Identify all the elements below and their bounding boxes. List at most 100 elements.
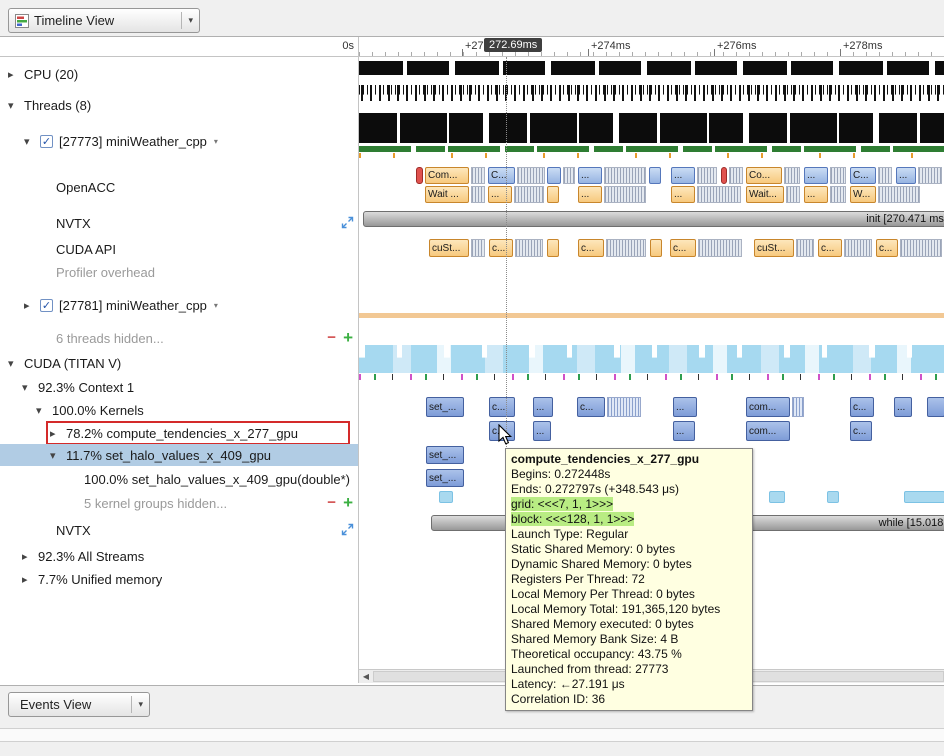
kernels-lane-2-kernel-item[interactable]: ... <box>673 421 695 441</box>
kernels-lane-1-kernel-item[interactable]: set_... <box>426 397 464 417</box>
process-checkbox[interactable]: ✓ <box>40 135 53 148</box>
tree-row-process-27781[interactable]: ▸✓[27781] miniWeather_cpp▾ <box>0 294 358 316</box>
tree-row-threads-hidden[interactable]: 6 threads hidden...−+ <box>0 327 358 349</box>
events-view-dropdown[interactable]: Events View ▾ <box>8 692 150 717</box>
tree-row-context-1[interactable]: ▾92.3% Context 1 <box>0 376 358 398</box>
tree-row-compute-tendencies[interactable]: ▸78.2% compute_tendencies_x_277_gpu <box>0 422 358 444</box>
kernel-groups-lane-lblue-item[interactable] <box>769 491 785 503</box>
row-dropdown-icon[interactable]: ▾ <box>214 137 218 146</box>
kernel-groups-lane-lblue-item[interactable] <box>439 491 453 503</box>
track-kernels-lane-1[interactable]: set_...c......c......com...c...... <box>359 397 944 417</box>
tree-row-kernel-groups-hidden[interactable]: 5 kernel groups hidden...−+ <box>0 492 358 514</box>
tree-row-set-halo[interactable]: ▾11.7% set_halo_values_x_409_gpu <box>0 444 358 466</box>
tree-row-threads[interactable]: ▾Threads (8) <box>0 94 358 116</box>
openacc-lane-2-orange-item[interactable]: ... <box>488 186 512 203</box>
kernels-lane-1-kernel-item[interactable]: ... <box>894 397 912 417</box>
openacc-lane-1-blue-item[interactable]: ... <box>804 167 828 184</box>
openacc-lane-1-blue-item[interactable]: ... <box>896 167 916 184</box>
cuda-api-lane-hatch-item[interactable] <box>796 239 814 257</box>
cuda-api-lane-orange-item[interactable]: c... <box>876 239 898 257</box>
openacc-lane-1-blue-item[interactable]: C... <box>488 167 515 184</box>
tree-row-cuda-api[interactable]: CUDA API <box>0 238 358 260</box>
show-rows-button[interactable]: + <box>343 331 353 345</box>
kernel-groups-lane-lblue-item[interactable] <box>827 491 839 503</box>
openacc-lane-1-hatch-item[interactable] <box>471 167 485 184</box>
row-dropdown-icon[interactable]: ▾ <box>214 301 218 310</box>
show-rows-button[interactable]: + <box>343 496 353 510</box>
openacc-lane-1-hatch-item[interactable] <box>563 167 575 184</box>
process-checkbox[interactable]: ✓ <box>40 299 53 312</box>
tree-row-cpu[interactable]: ▸CPU (20) <box>0 63 358 85</box>
track-kernels-lane-2[interactable]: c......... com... c... <box>359 421 944 441</box>
tree-row-nvtx-27773[interactable]: NVTX <box>0 212 358 234</box>
expand-arrow-icon[interactable]: ▸ <box>50 427 66 440</box>
cuda-api-lane-orange-item[interactable] <box>547 239 559 257</box>
tree-row-openacc[interactable]: OpenACC <box>0 176 358 198</box>
cuda-api-lane-hatch-item[interactable] <box>698 239 742 257</box>
openacc-lane-1-orange-item[interactable]: Com... <box>425 167 469 184</box>
openacc-lane-2-orange-item[interactable]: Wait... <box>746 186 784 203</box>
tree-row-cuda-titan-v[interactable]: ▾CUDA (TITAN V) <box>0 352 358 374</box>
openacc-lane-1-hatch-item[interactable] <box>830 167 846 184</box>
fit-row-icon[interactable] <box>341 523 354 536</box>
collapse-arrow-icon[interactable]: ▾ <box>8 99 24 112</box>
cuda-api-lane-hatch-item[interactable] <box>606 239 646 257</box>
openacc-lane-1-orange-item[interactable]: Co... <box>746 167 782 184</box>
kernel-groups-lane-lblue-item[interactable] <box>904 491 944 503</box>
kernels-lane-2-kernel-item[interactable]: ... <box>533 421 551 441</box>
tree-row-set-halo-instance[interactable]: 100.0% set_halo_values_x_409_gpu(double*… <box>0 468 358 490</box>
timeline-ruler[interactable]: 272.69ms +272ms+274ms+276ms+278ms <box>358 37 944 57</box>
hide-rows-button[interactable]: − <box>327 496 336 510</box>
openacc-lane-1-red-item[interactable] <box>416 167 423 184</box>
openacc-lane-2-hatch-item[interactable] <box>786 186 800 203</box>
cuda-api-lane-orange-item[interactable]: cuSt... <box>429 239 469 257</box>
cuda-api-lane-hatch-item[interactable] <box>515 239 543 257</box>
fit-row-icon[interactable] <box>341 216 354 229</box>
openacc-lane-2-orange-item[interactable]: ... <box>671 186 695 203</box>
openacc-lane-1-blue-item[interactable]: ... <box>578 167 602 184</box>
cuda-api-lane-orange-item[interactable]: cuSt... <box>754 239 794 257</box>
openacc-lane-2-hatch-item[interactable] <box>697 186 741 203</box>
openacc-lane-2-orange-item[interactable]: W... <box>850 186 876 203</box>
collapse-arrow-icon[interactable]: ▾ <box>36 404 52 417</box>
openacc-lane-1-hatch-item[interactable] <box>784 167 800 184</box>
cuda-api-lane-hatch-item[interactable] <box>844 239 872 257</box>
expand-arrow-icon[interactable]: ▸ <box>22 573 38 586</box>
openacc-lane-1-red-item[interactable] <box>721 167 727 184</box>
kernels-lane-1-kernel-item[interactable]: com... <box>746 397 790 417</box>
openacc-lane-1-hatch-item[interactable] <box>918 167 942 184</box>
openacc-lane-1-blue-item[interactable]: C... <box>850 167 876 184</box>
openacc-lane-1-hatch-item[interactable] <box>517 167 545 184</box>
cuda-api-lane-hatch-item[interactable] <box>471 239 485 257</box>
tree-row-process-27773[interactable]: ▾✓[27773] miniWeather_cpp▾ <box>0 130 358 152</box>
kernels-lane-2-kernel-item[interactable]: c... <box>489 421 515 441</box>
view-selector-dropdown[interactable]: Timeline View ▾ <box>8 8 200 33</box>
tree-row-profiler-overhead[interactable]: Profiler overhead <box>0 261 358 283</box>
set-halo-instance-lane-kernel-item[interactable]: set_... <box>426 469 464 487</box>
kernels-lane-1-kernel-item[interactable]: c... <box>489 397 515 417</box>
set-halo-lane-kernel-item[interactable]: set_... <box>426 446 464 464</box>
expand-arrow-icon[interactable]: ▸ <box>22 550 38 563</box>
tree-row-kernels[interactable]: ▾100.0% Kernels <box>0 399 358 421</box>
cuda-api-lane-orange-item[interactable]: c... <box>578 239 604 257</box>
openacc-lane-1-hatch-item[interactable] <box>878 167 892 184</box>
kernels-lane-2-kernel-item[interactable]: c... <box>850 421 872 441</box>
openacc-lane-2-orange-item[interactable]: ... <box>578 186 602 203</box>
cuda-api-lane-orange-item[interactable]: c... <box>818 239 842 257</box>
openacc-lane-2-hatch-item[interactable] <box>514 186 544 203</box>
track-cuda-api-lane[interactable]: cuSt...c...c...c...cuSt...c...c... <box>359 239 944 257</box>
collapse-arrow-icon[interactable]: ▾ <box>22 381 38 394</box>
openacc-lane-2-orange-item[interactable]: ... <box>804 186 828 203</box>
openacc-lane-2-hatch-item[interactable] <box>830 186 846 203</box>
openacc-lane-2-hatch-item[interactable] <box>604 186 646 203</box>
openacc-lane-1-blue-item[interactable] <box>547 167 561 184</box>
kernels-lane-1-kernel-item[interactable]: ... <box>673 397 697 417</box>
kernels-lane-2-kernel-item[interactable]: com... <box>746 421 790 441</box>
openacc-lane-1-hatch-item[interactable] <box>729 167 743 184</box>
collapse-arrow-icon[interactable]: ▾ <box>50 449 66 462</box>
kernels-lane-1-khatch-item[interactable] <box>792 397 804 417</box>
cuda-api-lane-orange-item[interactable]: c... <box>489 239 513 257</box>
kernels-lane-1-kernel-item[interactable]: ... <box>533 397 553 417</box>
openacc-lane-1-hatch-item[interactable] <box>697 167 717 184</box>
openacc-lane-2-orange-item[interactable]: Wait ... <box>425 186 469 203</box>
